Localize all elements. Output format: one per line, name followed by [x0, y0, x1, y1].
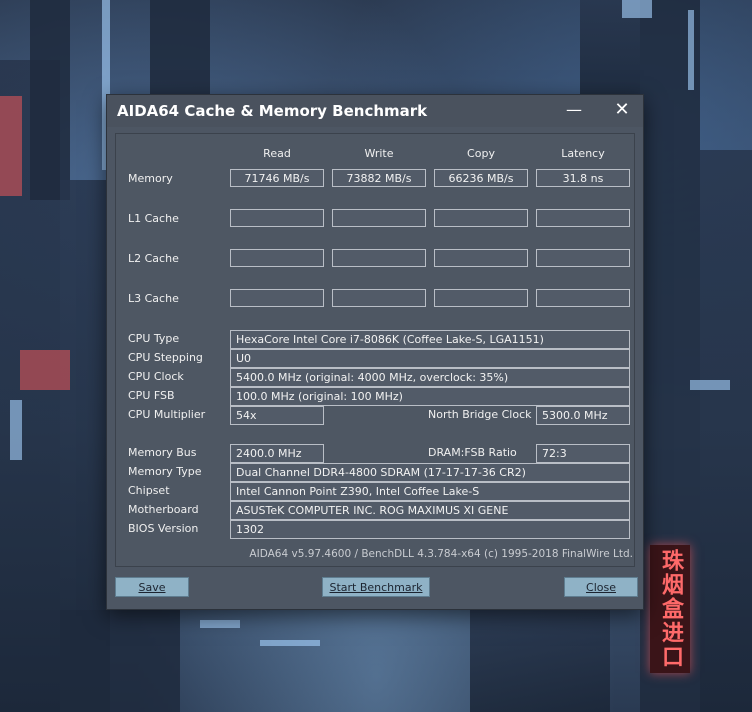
dram-fsb-ratio-label: DRAM:FSB Ratio: [428, 446, 517, 459]
cpu-multiplier-label: CPU Multiplier: [128, 408, 206, 421]
minimize-icon[interactable]: —: [563, 99, 585, 121]
l2-read-value: [230, 249, 324, 267]
memory-bus-value: 2400.0 MHz: [230, 444, 324, 463]
row-label-memory: Memory: [128, 172, 173, 185]
l2-latency-value: [536, 249, 630, 267]
memory-copy-value: 66236 MB/s: [434, 169, 528, 187]
title-bar[interactable]: AIDA64 Cache & Memory Benchmark — ✕: [107, 95, 643, 127]
row-label-l2-cache: L2 Cache: [128, 252, 179, 265]
cpu-fsb-label: CPU FSB: [128, 389, 175, 402]
l2-copy-value: [434, 249, 528, 267]
north-bridge-clock-label: North Bridge Clock: [428, 408, 532, 421]
memory-latency-value: 31.8 ns: [536, 169, 630, 187]
neon-sign: 珠烟盒进口: [650, 545, 690, 673]
benchmark-window: AIDA64 Cache & Memory Benchmark — ✕ Read…: [106, 94, 644, 610]
motherboard-value: ASUSTeK COMPUTER INC. ROG MAXIMUS XI GEN…: [230, 501, 630, 520]
l3-write-value: [332, 289, 426, 307]
cpu-type-label: CPU Type: [128, 332, 180, 345]
close-icon[interactable]: ✕: [611, 99, 633, 121]
l2-write-value: [332, 249, 426, 267]
copyright-footer: AIDA64 v5.97.4600 / BenchDLL 4.3.784-x64…: [249, 548, 633, 560]
column-header-latency: Latency: [561, 147, 605, 160]
l3-read-value: [230, 289, 324, 307]
chipset-value: Intel Cannon Point Z390, Intel Coffee La…: [230, 482, 630, 501]
row-label-l1-cache: L1 Cache: [128, 212, 179, 225]
column-header-read: Read: [263, 147, 291, 160]
window-title: AIDA64 Cache & Memory Benchmark: [117, 102, 428, 120]
cpu-stepping-value: U0: [230, 349, 630, 368]
cpu-multiplier-value: 54x: [230, 406, 324, 425]
dram-fsb-ratio-value: 72:3: [536, 444, 630, 463]
bios-version-label: BIOS Version: [128, 522, 199, 535]
memory-type-label: Memory Type: [128, 465, 202, 478]
save-button[interactable]: Save: [115, 577, 189, 597]
memory-type-value: Dual Channel DDR4-4800 SDRAM (17-17-17-3…: [230, 463, 630, 482]
cpu-stepping-label: CPU Stepping: [128, 351, 203, 364]
column-header-write: Write: [364, 147, 394, 160]
column-header-copy: Copy: [467, 147, 495, 160]
north-bridge-clock-value: 5300.0 MHz: [536, 406, 630, 425]
memory-read-value: 71746 MB/s: [230, 169, 324, 187]
l1-read-value: [230, 209, 324, 227]
memory-write-value: 73882 MB/s: [332, 169, 426, 187]
l1-write-value: [332, 209, 426, 227]
cpu-fsb-value: 100.0 MHz (original: 100 MHz): [230, 387, 630, 406]
cpu-clock-label: CPU Clock: [128, 370, 184, 383]
cpu-type-value: HexaCore Intel Core i7-8086K (Coffee Lak…: [230, 330, 630, 349]
l1-latency-value: [536, 209, 630, 227]
l3-copy-value: [434, 289, 528, 307]
bios-version-value: 1302: [230, 520, 630, 539]
l1-copy-value: [434, 209, 528, 227]
memory-bus-label: Memory Bus: [128, 446, 197, 459]
results-panel: Read Write Copy Latency Memory 71746 MB/…: [115, 133, 635, 567]
row-label-l3-cache: L3 Cache: [128, 292, 179, 305]
start-benchmark-button[interactable]: Start Benchmark: [322, 577, 430, 597]
motherboard-label: Motherboard: [128, 503, 199, 516]
l3-latency-value: [536, 289, 630, 307]
cpu-clock-value: 5400.0 MHz (original: 4000 MHz, overcloc…: [230, 368, 630, 387]
close-button[interactable]: Close: [564, 577, 638, 597]
chipset-label: Chipset: [128, 484, 170, 497]
